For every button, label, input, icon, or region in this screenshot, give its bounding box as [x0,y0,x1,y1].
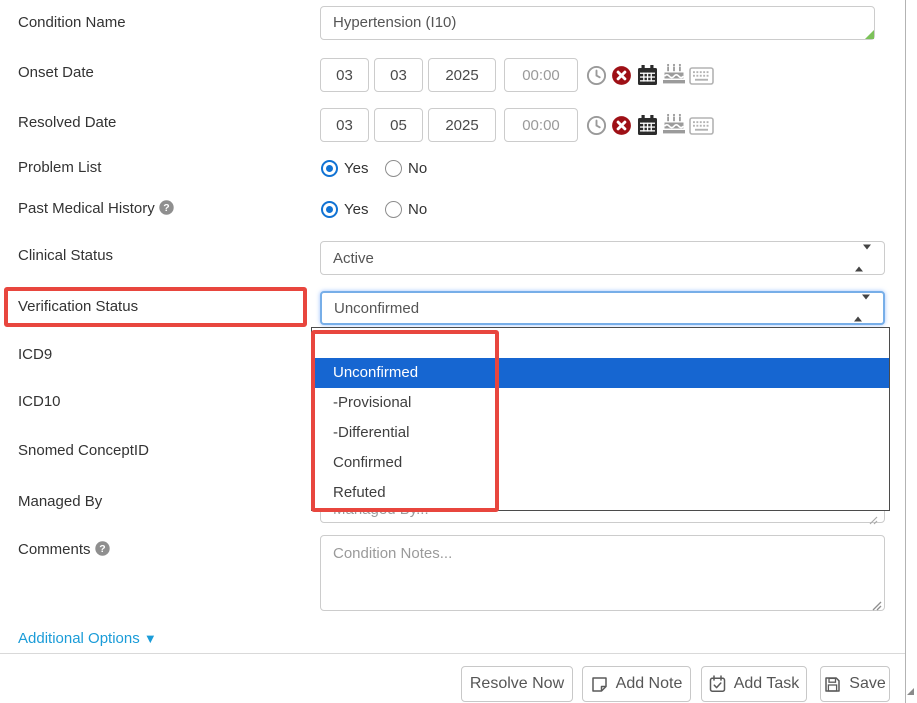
birthday-cake-icon[interactable] [662,113,686,141]
condition-name-textarea[interactable]: Hypertension (I10) [320,6,875,40]
clinical-status-label: Clinical Status [18,247,113,264]
pmh-no-label[interactable]: No [408,201,427,218]
note-icon [591,676,608,693]
icd10-label: ICD10 [18,393,61,410]
verification-status-select[interactable]: Unconfirmed [320,291,885,325]
icd9-label: ICD9 [18,346,52,363]
resolved-year-input[interactable] [428,108,496,142]
past-medical-history-label: Past Medical History? [18,200,174,219]
annotation-box-dropdown [311,330,499,512]
calendar-icon[interactable] [637,64,658,91]
problem-list-yes-label[interactable]: Yes [344,160,368,177]
save-button[interactable]: Save [820,666,890,702]
pmh-yes-label[interactable]: Yes [344,201,368,218]
problem-list-no-label[interactable]: No [408,160,427,177]
onset-year-input[interactable] [428,58,496,92]
managed-by-label: Managed By [18,493,102,510]
problem-list-label: Problem List [18,159,101,176]
pmh-no-radio[interactable] [385,201,402,218]
annotation-box-label [4,287,307,327]
condition-form: Condition Name Onset Date Resolved Date … [0,0,917,703]
calendar-icon[interactable] [637,114,658,141]
clock-icon[interactable] [586,65,607,91]
add-task-button[interactable]: Add Task [701,666,807,702]
help-icon[interactable]: ? [159,200,174,219]
add-note-button[interactable]: Add Note [582,666,691,702]
additional-options-link[interactable]: Additional Options ▼ [18,630,157,647]
calendar-check-icon [709,675,726,693]
snomed-conceptid-label: Snomed ConceptID [18,442,149,459]
resolved-date-label: Resolved Date [18,114,116,131]
comments-label: Comments? [18,541,110,560]
scrollbar-track-edge[interactable] [905,0,906,703]
resolve-now-button[interactable]: Resolve Now [461,666,573,702]
clock-icon[interactable] [586,115,607,141]
chevron-down-icon: ▼ [144,631,157,646]
scroll-corner-icon [907,688,914,695]
resize-grip-icon[interactable] [869,512,878,530]
resize-grip-icon[interactable] [872,598,882,616]
keyboard-icon[interactable] [689,67,714,90]
onset-day-input[interactable] [374,58,423,92]
onset-month-input[interactable] [320,58,369,92]
clear-date-icon[interactable] [611,65,632,91]
problem-list-no-radio[interactable] [385,160,402,177]
svg-text:?: ? [99,543,105,555]
comments-textarea[interactable] [320,535,885,611]
resolved-day-input[interactable] [374,108,423,142]
clinical-status-select[interactable]: Active [320,241,885,275]
clear-date-icon[interactable] [611,115,632,141]
birthday-cake-icon[interactable] [662,63,686,91]
resolved-month-input[interactable] [320,108,369,142]
onset-time-input[interactable] [504,58,578,92]
select-spinner-icon [854,300,870,317]
pmh-yes-radio[interactable] [321,201,338,218]
floppy-disk-icon [824,676,841,693]
svg-text:?: ? [163,202,169,214]
problem-list-yes-radio[interactable] [321,160,338,177]
select-spinner-icon [855,250,871,267]
condition-name-label: Condition Name [18,14,126,31]
onset-date-label: Onset Date [18,64,94,81]
help-icon[interactable]: ? [95,541,110,560]
resolved-time-input[interactable] [504,108,578,142]
keyboard-icon[interactable] [689,117,714,140]
divider [0,653,905,654]
resize-grip-icon[interactable] [865,30,874,39]
